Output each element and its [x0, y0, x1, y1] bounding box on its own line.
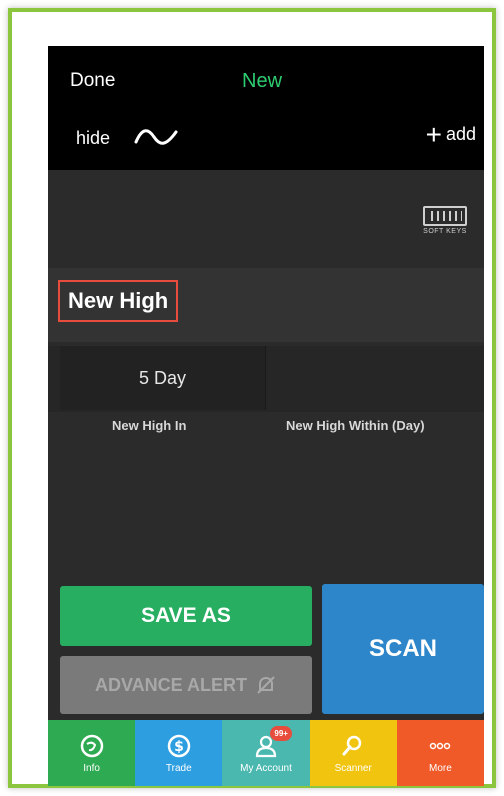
nav-trade-label: Trade — [165, 762, 192, 774]
nav-more-label: More — [429, 762, 452, 774]
add-label: add — [445, 124, 476, 144]
section-title: New High — [58, 280, 179, 322]
param-value-field[interactable]: 5 Day — [60, 346, 266, 410]
section-header: New High — [48, 268, 484, 342]
keyboard-row: SOFT KEYS — [48, 170, 484, 266]
nav-info-label: Info — [83, 762, 100, 774]
keyboard-keys — [423, 206, 467, 226]
keyboard-caption: SOFT KEYS — [423, 228, 467, 235]
nav-info[interactable]: Info — [48, 720, 136, 786]
bell-off-icon — [257, 676, 275, 694]
parameter-row: 5 Day — [48, 346, 484, 412]
page-title: New — [242, 70, 283, 92]
magnifier-icon — [342, 735, 362, 755]
param-label-1: New High In — [112, 418, 187, 433]
advance-alert-button[interactable]: ADVANCE ALERT — [60, 656, 312, 714]
screenshot-frame: Done New hide + add SOFT KEYS New High 5… — [8, 8, 496, 788]
phone-screen: Done New hide + add SOFT KEYS New High 5… — [48, 46, 484, 786]
dollar-icon: $ — [167, 734, 191, 757]
save-as-button[interactable]: SAVE AS — [60, 586, 312, 646]
bottom-nav: Info $ Trade 99+ My Account Scanner More — [48, 720, 484, 786]
nav-trade[interactable]: $ Trade — [135, 720, 223, 786]
more-dots-icon — [430, 742, 451, 749]
nav-scanner[interactable]: Scanner — [309, 720, 397, 786]
scan-button[interactable]: SCAN — [322, 584, 484, 714]
done-button[interactable]: Done — [70, 70, 115, 92]
advance-alert-label: ADVANCE ALERT — [95, 674, 247, 695]
wave-icon[interactable] — [134, 126, 178, 148]
globe-icon — [80, 734, 103, 757]
keyboard-icon[interactable]: SOFT KEYS — [420, 206, 470, 242]
add-button[interactable]: + add — [425, 118, 476, 150]
param-label-2: New High Within (Day) — [286, 418, 425, 433]
notification-badge: 99+ — [270, 726, 292, 741]
plus-icon: + — [425, 118, 442, 150]
hide-button[interactable]: hide — [76, 128, 110, 149]
svg-text:$: $ — [174, 739, 184, 755]
nav-my-account-label: My Account — [240, 762, 292, 774]
nav-more[interactable]: More — [396, 720, 484, 786]
nav-scanner-label: Scanner — [334, 762, 372, 774]
param-value-field-2[interactable] — [268, 346, 484, 410]
nav-my-account[interactable]: 99+ My Account — [222, 720, 310, 786]
top-bar: Done New hide + add — [48, 46, 484, 170]
